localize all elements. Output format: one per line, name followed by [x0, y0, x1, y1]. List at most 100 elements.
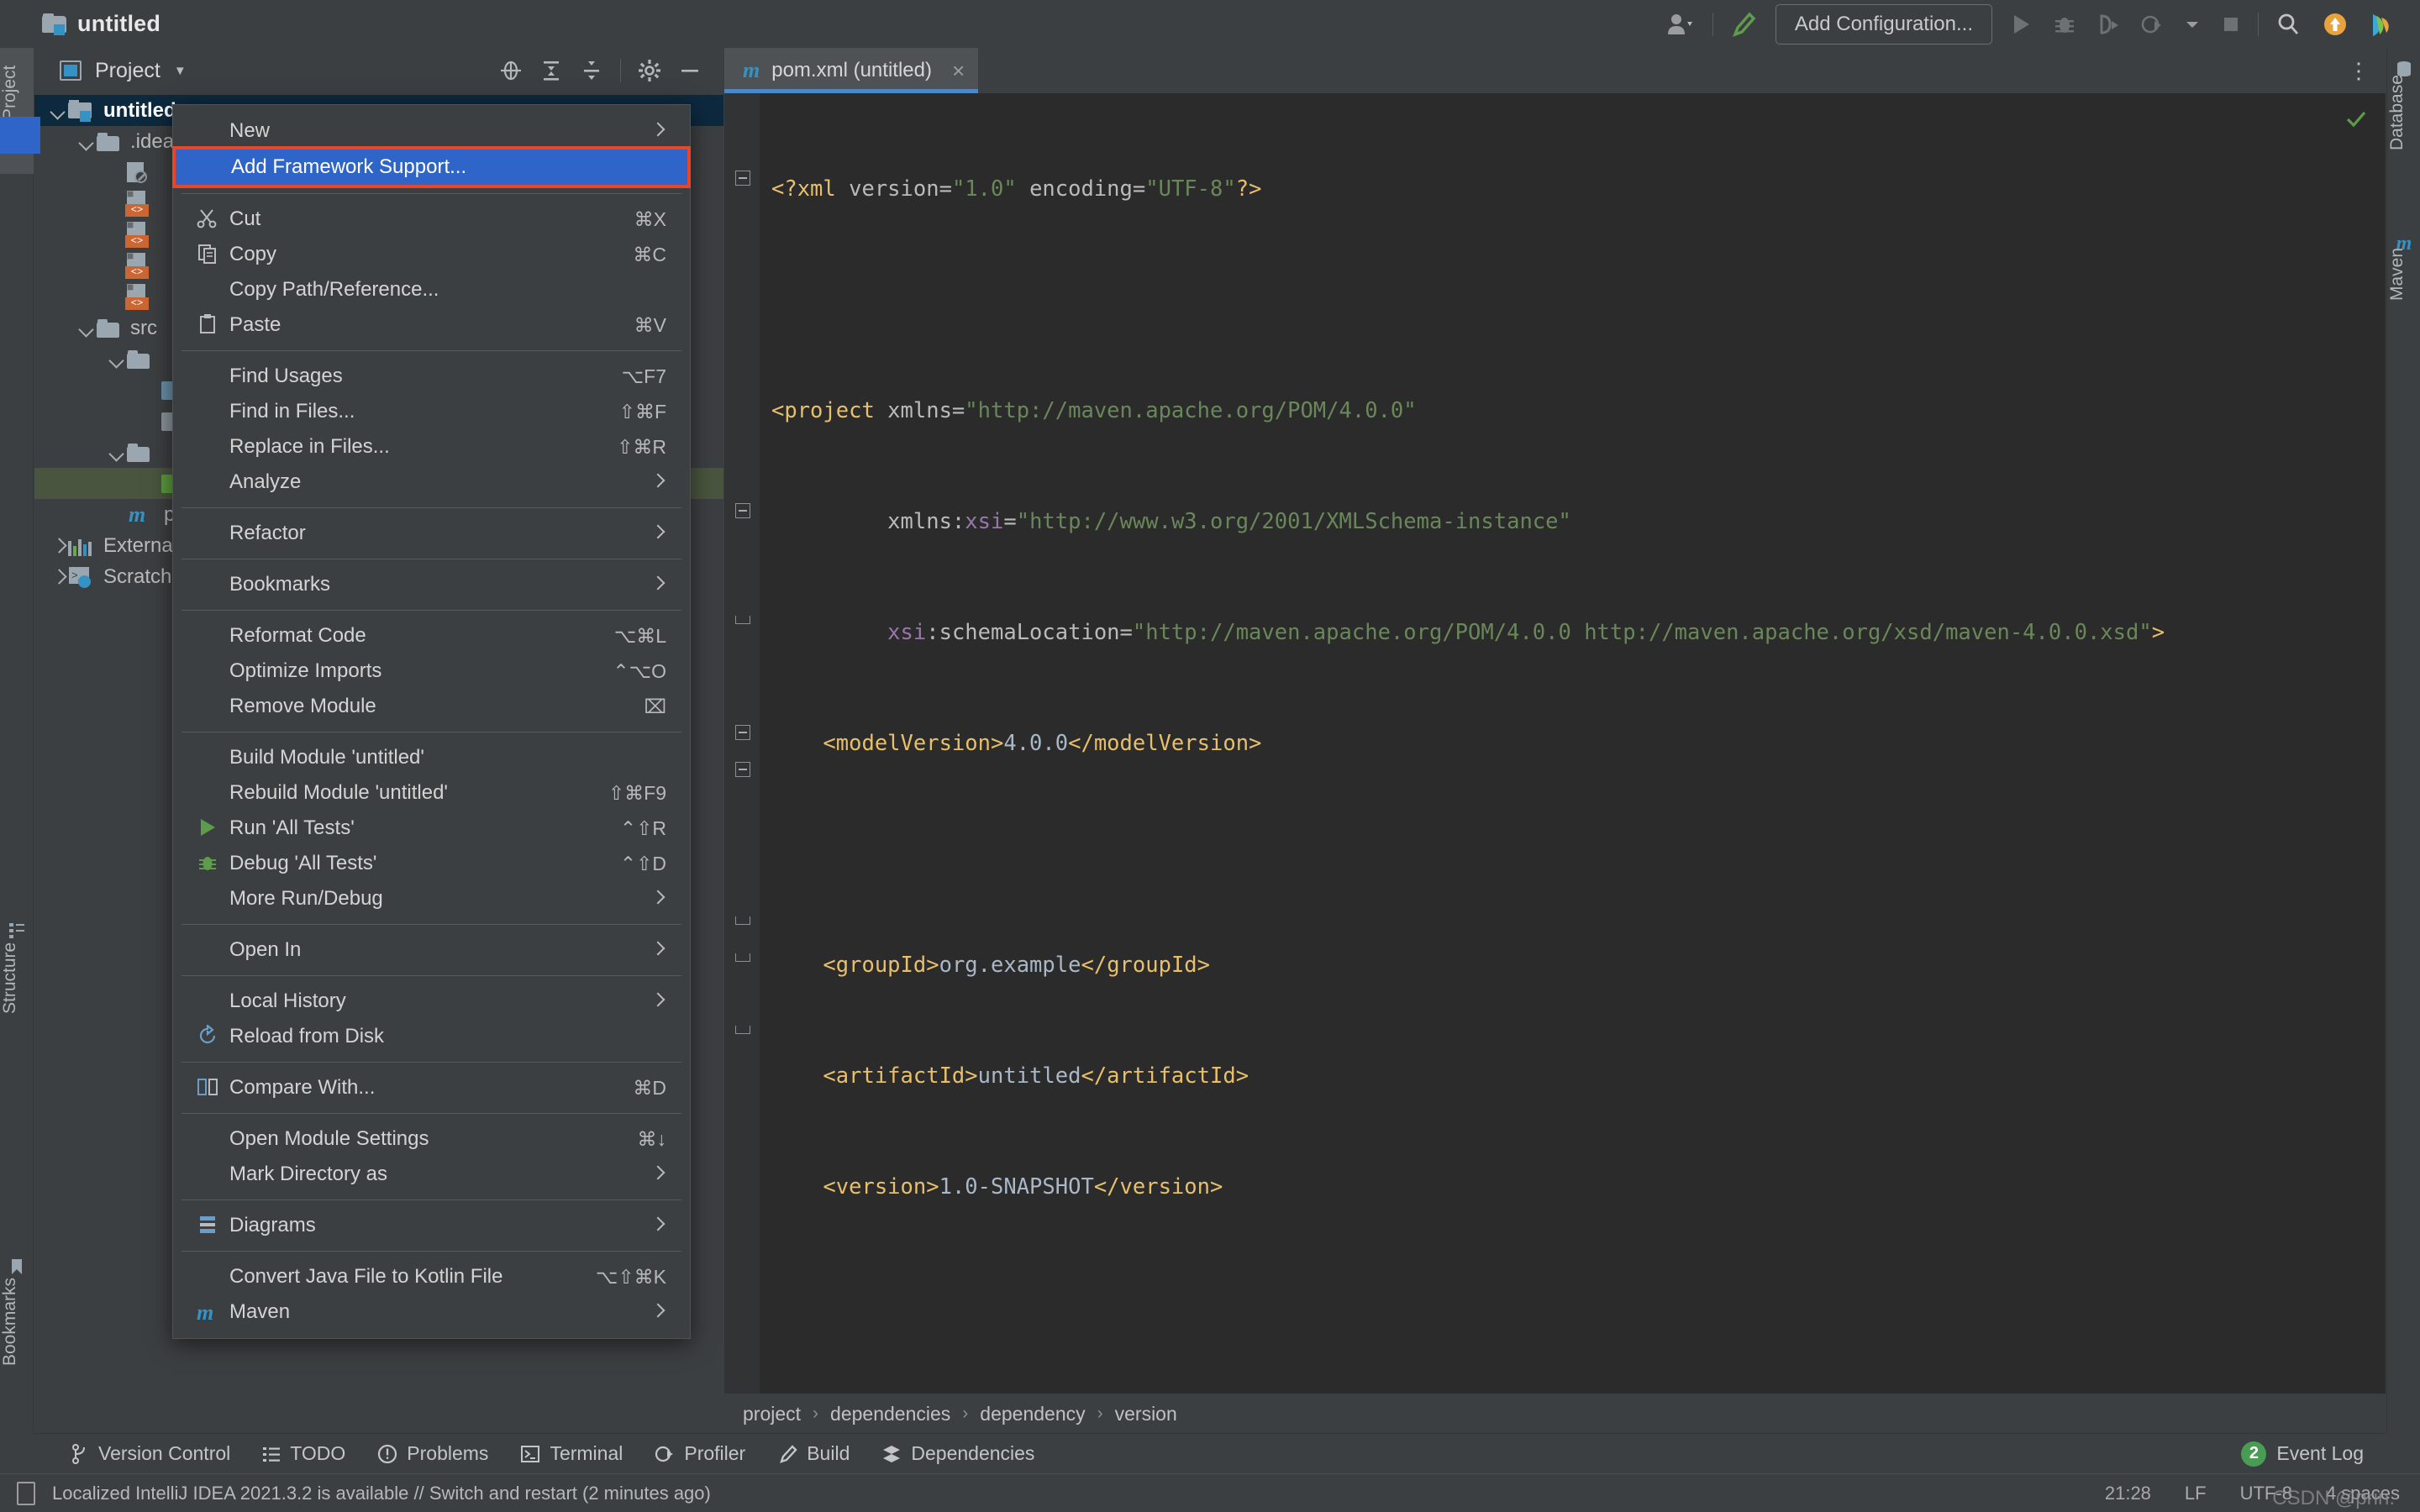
breadcrumb-item[interactable]: project	[743, 1403, 801, 1425]
menu-item-maven[interactable]: m Maven	[173, 1294, 690, 1330]
menu-item-cut[interactable]: Cut ⌘X	[173, 202, 690, 237]
editor-gutter[interactable]	[724, 93, 760, 1434]
menu-item-new[interactable]: New	[173, 113, 690, 149]
menu-item-more-run-debug[interactable]: More Run/Debug	[173, 881, 690, 916]
intellij-logo-icon[interactable]	[2360, 0, 2407, 48]
user-avatar-icon[interactable]	[1657, 0, 1706, 48]
tool-button-terminal[interactable]: Terminal	[504, 1442, 639, 1465]
chevron-down-icon[interactable]	[50, 102, 68, 120]
tool-button-profiler[interactable]: Profiler	[639, 1442, 761, 1465]
chevron-down-icon[interactable]	[108, 350, 127, 369]
menu-item-optimize-imports[interactable]: Optimize Imports ⌃⌥O	[173, 654, 690, 689]
menu-item-debug-all-tests[interactable]: Debug 'All Tests' ⌃⇧D	[173, 846, 690, 881]
menu-item-build-module[interactable]: Build Module 'untitled'	[173, 740, 690, 775]
menu-item-mark-directory-as[interactable]: Mark Directory as	[173, 1157, 690, 1192]
tab-pom-xml[interactable]: m pom.xml (untitled) ×	[724, 48, 979, 93]
tab-label: pom.xml (untitled)	[771, 59, 932, 81]
chevron-down-icon[interactable]	[78, 133, 97, 151]
tool-button-dependencies[interactable]: Dependencies	[865, 1442, 1050, 1465]
menu-item-diagrams[interactable]: Diagrams	[173, 1208, 690, 1243]
breadcrumb-item[interactable]: dependencies	[830, 1403, 950, 1425]
menu-item-reformat-code[interactable]: Reformat Code ⌥⌘L	[173, 618, 690, 654]
menu-item-label: Find in Files...	[229, 400, 355, 423]
menu-item-shortcut: ⌘X	[634, 207, 666, 230]
breadcrumb-item[interactable]: version	[1115, 1403, 1177, 1425]
select-opened-file-icon[interactable]	[491, 50, 531, 91]
debug-bug-icon	[197, 852, 220, 875]
sidebar-item-structure[interactable]: Structure	[0, 913, 34, 1073]
fold-toggle-dependencies[interactable]	[735, 725, 750, 740]
run-play-icon[interactable]	[2001, 0, 2043, 48]
debug-bug-icon[interactable]	[2043, 0, 2086, 48]
more-options-icon[interactable]: ⋮	[2348, 58, 2370, 84]
chevron-down-icon[interactable]	[108, 444, 127, 462]
menu-item-local-history[interactable]: Local History	[173, 984, 690, 1019]
menu-item-paste[interactable]: Paste ⌘V	[173, 307, 690, 343]
menu-item-convert-java-to-kotlin[interactable]: Convert Java File to Kotlin File ⌥⇧⌘K	[173, 1259, 690, 1294]
settings-gear-icon[interactable]	[629, 50, 670, 91]
chevron-right-icon[interactable]	[50, 537, 68, 555]
menu-item-copy[interactable]: Copy ⌘C	[173, 237, 690, 272]
menu-item-rebuild-module[interactable]: Rebuild Module 'untitled' ⇧⌘F9	[173, 775, 690, 811]
stop-square-icon[interactable]	[2211, 0, 2251, 48]
menu-item-run-all-tests[interactable]: Run 'All Tests' ⌃⇧R	[173, 811, 690, 846]
menu-item-add-framework-support[interactable]: Add Framework Support...	[172, 146, 691, 188]
menu-item-refactor[interactable]: Refactor	[173, 516, 690, 551]
update-arrow-icon[interactable]	[2311, 0, 2360, 48]
chevron-down-icon[interactable]	[2174, 0, 2211, 48]
project-folder-icon	[42, 13, 67, 35]
status-indent[interactable]: 4 spaces	[2326, 1483, 2400, 1504]
fold-toggle-project[interactable]	[735, 171, 750, 186]
sidebar-item-database[interactable]: Database	[2387, 48, 2420, 216]
fold-toggle-dependency[interactable]	[735, 762, 750, 777]
profiler-icon[interactable]	[2130, 0, 2174, 48]
status-message[interactable]: Localized IntelliJ IDEA 2021.3.2 is avai…	[52, 1483, 711, 1504]
status-encoding[interactable]: UTF-8	[2240, 1483, 2292, 1504]
add-configuration-button[interactable]: Add Configuration...	[1775, 3, 1992, 45]
event-log-button[interactable]: 2 Event Log	[2241, 1441, 2364, 1467]
expand-all-icon[interactable]	[531, 50, 571, 91]
menu-item-remove-module[interactable]: Remove Module ⌧	[173, 689, 690, 724]
chevron-right-icon	[650, 890, 666, 905]
intellij-idea-window: untitled Add Configuration... Project St…	[0, 0, 2420, 1512]
sidebar-item-bookmarks[interactable]: Bookmarks	[0, 1249, 34, 1425]
tool-button-version-control[interactable]: Version Control	[55, 1442, 246, 1465]
tool-button-todo[interactable]: TODO	[246, 1442, 361, 1465]
breadcrumb-item[interactable]: dependency	[980, 1403, 1085, 1425]
menu-item-find-in-files[interactable]: Find in Files... ⇧⌘F	[173, 394, 690, 429]
menu-item-bookmarks[interactable]: Bookmarks	[173, 567, 690, 602]
menu-item-reload-from-disk[interactable]: Reload from Disk	[173, 1019, 690, 1054]
status-line-separator[interactable]: LF	[2185, 1483, 2207, 1504]
fold-toggle-properties[interactable]	[735, 503, 750, 518]
sidebar-item-project[interactable]: Project	[0, 48, 34, 174]
tool-button-problems[interactable]: Problems	[361, 1442, 504, 1465]
maven-pom-icon: m	[743, 58, 760, 82]
tool-button-build[interactable]: Build	[761, 1442, 865, 1465]
menu-item-copy-path-reference[interactable]: Copy Path/Reference...	[173, 272, 690, 307]
sidebar-item-maven[interactable]: Maven	[2387, 224, 2420, 359]
fold-end-dependencies	[735, 953, 750, 962]
notification-icon[interactable]	[17, 1481, 35, 1505]
check-ok-icon[interactable]	[2345, 108, 2367, 130]
menu-item-label: Analyze	[229, 470, 302, 493]
close-icon[interactable]: ×	[952, 58, 965, 84]
search-magnifier-icon[interactable]	[2265, 0, 2311, 48]
menu-item-analyze[interactable]: Analyze	[173, 465, 690, 500]
menu-item-open-module-settings[interactable]: Open Module Settings ⌘↓	[173, 1121, 690, 1157]
chevron-down-icon[interactable]	[78, 319, 97, 338]
chevron-down-icon[interactable]: ▼	[174, 64, 187, 78]
menu-item-find-usages[interactable]: Find Usages ⌥F7	[173, 359, 690, 394]
code-content[interactable]: <?xml version="1.0" encoding="UTF-8"?> <…	[760, 93, 2386, 1434]
code-line: <version>1.0-SNAPSHOT</version>	[771, 1174, 1223, 1200]
menu-item-replace-in-files[interactable]: Replace in Files... ⇧⌘R	[173, 429, 690, 465]
hammer-icon[interactable]	[1720, 0, 1767, 48]
chevron-right-icon	[650, 992, 666, 1007]
chevron-right-icon[interactable]	[50, 568, 68, 586]
menu-item-label: Open In	[229, 938, 302, 961]
menu-item-open-in[interactable]: Open In	[173, 932, 690, 968]
menu-item-shortcut: ⌃⇧D	[619, 852, 666, 874]
run-with-coverage-icon[interactable]	[2086, 0, 2130, 48]
menu-item-compare-with[interactable]: Compare With... ⌘D	[173, 1070, 690, 1105]
hide-panel-icon[interactable]	[670, 50, 710, 91]
collapse-all-icon[interactable]	[571, 50, 612, 91]
